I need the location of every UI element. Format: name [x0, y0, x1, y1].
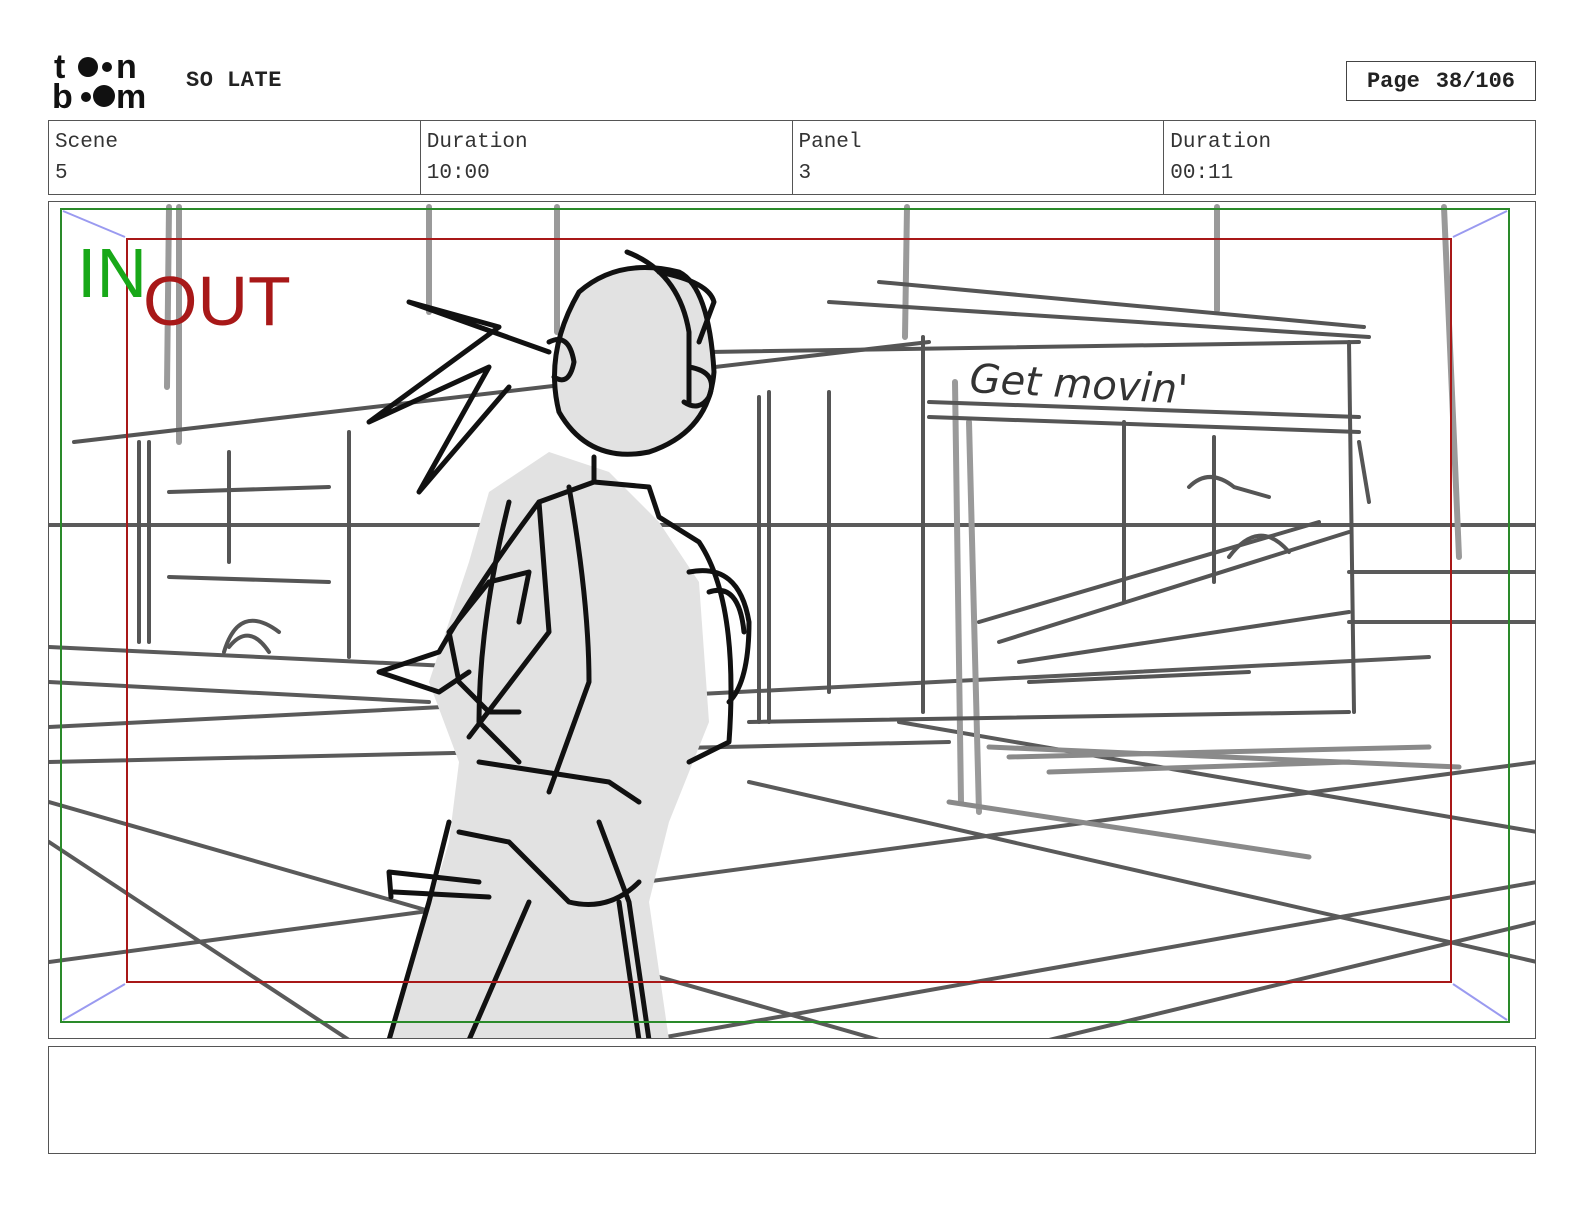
- svg-text:m: m: [116, 78, 146, 112]
- out-label: OUT: [143, 262, 291, 340]
- toon-boom-logo: t n b m: [52, 50, 146, 112]
- character-body-fill: [389, 452, 709, 1038]
- panel-duration-cell: Duration 00:11: [1164, 121, 1535, 194]
- scene-cell: Scene 5: [49, 121, 421, 194]
- scene-duration-value: 10:00: [426, 162, 490, 185]
- svg-text:b: b: [52, 78, 73, 112]
- street-lines: [49, 523, 1535, 1038]
- storyboard-panel[interactable]: Get movin' IN OUT: [48, 201, 1536, 1039]
- panel-notes[interactable]: [48, 1046, 1536, 1154]
- scene-duration-label: Duration: [426, 131, 528, 154]
- project-title: SO LATE: [186, 68, 282, 93]
- page-label: Page: [1366, 68, 1420, 94]
- bus-shadow: [946, 744, 1462, 860]
- panel-label: Panel: [798, 131, 862, 154]
- scene-info-table: Scene 5 Duration 10:00 Panel 3 Duration …: [48, 120, 1536, 195]
- panel-cell: Panel 3: [793, 121, 1165, 194]
- scene-value: 5: [55, 162, 68, 185]
- scene-duration-cell: Duration 10:00: [421, 121, 793, 194]
- scene-label: Scene: [55, 131, 119, 154]
- in-label: IN: [77, 234, 147, 312]
- panel-value: 3: [798, 162, 812, 185]
- panel-duration-label: Duration: [1170, 131, 1272, 154]
- page-number: 38/106: [1435, 68, 1516, 94]
- page-indicator: Page 38/106: [1346, 61, 1536, 101]
- panel-duration-value: 00:11: [1170, 162, 1234, 185]
